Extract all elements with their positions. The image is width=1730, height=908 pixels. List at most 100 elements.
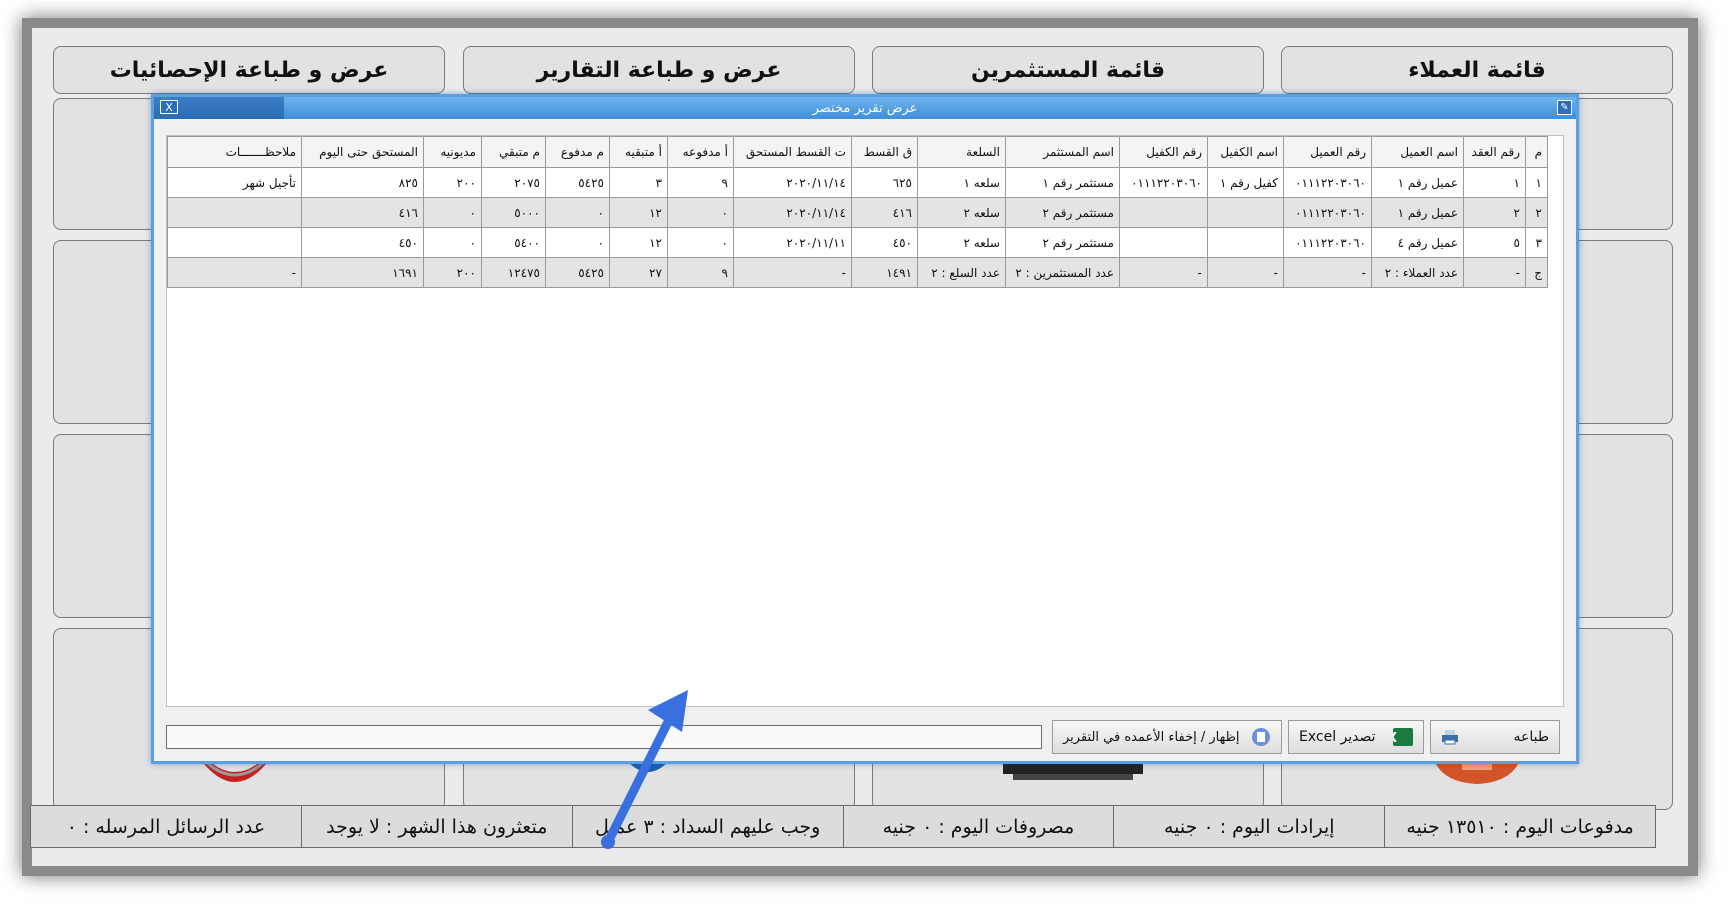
column-header[interactable]: مديونيه xyxy=(423,136,482,168)
table-cell[interactable]: ٢٠٠ xyxy=(423,257,482,288)
column-header[interactable]: رقم العقد xyxy=(1463,136,1526,168)
table-cell[interactable]: ١٦٩١ xyxy=(301,257,424,288)
table-cell[interactable]: ٠ xyxy=(423,227,482,258)
report-grid[interactable]: م رقم العقد اسم العميل رقم العميل اسم الكفيل… xyxy=(166,135,1564,707)
table-cell[interactable]: ١٢ xyxy=(609,197,668,228)
table-cell[interactable]: ١٤٩١ xyxy=(851,257,918,288)
table-row[interactable]: ٢ ٢ عميل رقم ١ ٠١١١٢٢٠٣٠٦٠ مستثمر رقم ٢ سلعه … xyxy=(167,197,1548,228)
table-cell[interactable]: ٤٥٠ xyxy=(851,227,918,258)
table-cell[interactable]: ١٢ xyxy=(609,227,668,258)
column-header[interactable]: ت القسط المستحق xyxy=(733,136,852,168)
table-cell[interactable]: ٢٠٢٠/١١/١٤ xyxy=(733,167,852,198)
column-header[interactable]: السلعة xyxy=(917,136,1006,168)
table-cell[interactable]: ٠ xyxy=(667,227,734,258)
table-cell[interactable] xyxy=(1119,197,1208,228)
table-cell[interactable]: ١ xyxy=(1525,167,1548,198)
column-header[interactable]: ملاحظـــــــات xyxy=(167,136,302,168)
table-cell[interactable]: سلعه ١ xyxy=(917,167,1006,198)
column-header[interactable]: أ متبقيه xyxy=(609,136,668,168)
table-cell[interactable]: ٠ xyxy=(667,197,734,228)
column-header[interactable]: اسم الكفيل xyxy=(1207,136,1284,168)
table-cell[interactable]: عدد السلع : ٢ xyxy=(917,257,1006,288)
table-cell[interactable]: سلعه ٢ xyxy=(917,227,1006,258)
table-cell[interactable]: - xyxy=(733,257,852,288)
table-cell[interactable]: ٠ xyxy=(545,227,610,258)
table-cell[interactable]: ٠١١١٢٢٠٣٠٦٠ xyxy=(1283,227,1372,258)
table-cell[interactable] xyxy=(167,197,302,228)
table-cell[interactable]: ٤١٦ xyxy=(301,197,424,228)
table-cell[interactable]: تأجيل شهر xyxy=(167,167,302,198)
table-cell[interactable]: مستثمر رقم ٢ xyxy=(1005,227,1120,258)
table-cell[interactable]: ٥٤٠٠ xyxy=(481,227,546,258)
table-cell[interactable]: - xyxy=(167,257,302,288)
investors-list-button[interactable]: قائمة المستثمرين xyxy=(872,46,1264,94)
table-cell[interactable]: ج xyxy=(1525,257,1548,288)
table-cell[interactable]: ٥٠٠٠ xyxy=(481,197,546,228)
table-row[interactable]: ٣ ٥ عميل رقم ٤ ٠١١١٢٢٠٣٠٦٠ مستثمر رقم ٢ سلعه … xyxy=(167,227,1548,258)
table-cell[interactable]: ١٢٤٧٥ xyxy=(481,257,546,288)
table-cell[interactable]: ٢٠٢٠/١١/١١ xyxy=(733,227,852,258)
table-cell[interactable]: عميل رقم ٤ xyxy=(1371,227,1464,258)
column-header[interactable]: اسم المستثمر xyxy=(1005,136,1120,168)
table-cell[interactable]: ٤٥٠ xyxy=(301,227,424,258)
table-cell[interactable] xyxy=(1207,197,1284,228)
dialog-title-bar[interactable]: X عرض تقرير مختصر ✎ xyxy=(154,97,1576,119)
clients-list-button[interactable]: قائمة العملاء xyxy=(1281,46,1673,94)
table-cell[interactable]: ٢ xyxy=(1525,197,1548,228)
table-cell[interactable]: ٨٢٥ xyxy=(301,167,424,198)
reports-button[interactable]: عرض و طباعة التقارير xyxy=(463,46,855,94)
totals-row[interactable]: ج - عدد العملاء : ٢- - - عدد المستثمرين : ٢ عد… xyxy=(167,257,1548,288)
table-cell[interactable]: ٢ xyxy=(1463,197,1526,228)
table-cell[interactable] xyxy=(167,227,302,258)
table-cell[interactable]: عميل رقم ١ xyxy=(1371,197,1464,228)
table-cell[interactable]: ٠ xyxy=(545,197,610,228)
table-cell[interactable]: عدد المستثمرين : ٢ xyxy=(1005,257,1120,288)
statistics-button[interactable]: عرض و طباعة الإحصائيات xyxy=(53,46,445,94)
column-header[interactable]: أ مدفوعه xyxy=(667,136,734,168)
table-cell[interactable] xyxy=(1207,227,1284,258)
toggle-columns-button[interactable]: إظهار / إخفاء الأعمده في التقرير xyxy=(1052,720,1282,754)
table-cell[interactable]: - xyxy=(1463,257,1526,288)
table-cell[interactable]: ٠١١١٢٢٠٣٠٦٠ xyxy=(1283,197,1372,228)
table-cell[interactable]: ٥ xyxy=(1463,227,1526,258)
table-cell[interactable]: عدد العملاء : ٢ xyxy=(1371,257,1464,288)
table-cell[interactable]: ٣ xyxy=(1525,227,1548,258)
print-button[interactable]: طباعه xyxy=(1430,720,1560,754)
table-cell[interactable]: كفيل رقم ١ xyxy=(1207,167,1284,198)
table-cell[interactable]: ٢٠٢٠/١١/١٤ xyxy=(733,197,852,228)
table-cell[interactable]: ٢٧ xyxy=(609,257,668,288)
table-cell[interactable]: مستثمر رقم ٢ xyxy=(1005,197,1120,228)
column-header[interactable]: م متبقي xyxy=(481,136,546,168)
table-cell[interactable]: ٥٤٢٥ xyxy=(545,257,610,288)
table-cell[interactable] xyxy=(1119,227,1208,258)
export-excel-button[interactable]: X تصدير Excel xyxy=(1288,720,1424,754)
table-cell[interactable]: - xyxy=(1207,257,1284,288)
table-cell[interactable]: ٣ xyxy=(609,167,668,198)
column-header[interactable]: اسم العميل xyxy=(1371,136,1464,168)
table-cell[interactable]: ٩ xyxy=(667,167,734,198)
table-cell[interactable]: - xyxy=(1283,257,1372,288)
table-cell[interactable]: عميل رقم ١ xyxy=(1371,167,1464,198)
table-cell[interactable]: سلعه ٢ xyxy=(917,197,1006,228)
table-cell[interactable]: ٤١٦ xyxy=(851,197,918,228)
table-cell[interactable]: ٩ xyxy=(667,257,734,288)
column-header[interactable]: ق القسط xyxy=(851,136,918,168)
close-icon[interactable]: X xyxy=(160,100,178,114)
table-cell[interactable]: ٢٠٠ xyxy=(423,167,482,198)
table-cell[interactable]: ٦٢٥ xyxy=(851,167,918,198)
table-cell[interactable]: مستثمر رقم ١ xyxy=(1005,167,1120,198)
table-cell[interactable]: ٢٠٧٥ xyxy=(481,167,546,198)
column-header[interactable]: رقم العميل xyxy=(1283,136,1372,168)
table-cell[interactable]: ١ xyxy=(1463,167,1526,198)
table-cell[interactable]: ٥٤٢٥ xyxy=(545,167,610,198)
table-cell[interactable]: - xyxy=(1119,257,1208,288)
column-header[interactable]: رقم الكفيل xyxy=(1119,136,1208,168)
column-header[interactable]: م مدفوع xyxy=(545,136,610,168)
column-header[interactable]: المستحق حتى اليوم xyxy=(301,136,424,168)
column-header[interactable]: م xyxy=(1525,136,1548,168)
table-cell[interactable]: ٠١١١٢٢٠٣٠٦٠ xyxy=(1119,167,1208,198)
table-cell[interactable]: ٠ xyxy=(423,197,482,228)
edit-icon[interactable]: ✎ xyxy=(1557,100,1572,115)
table-row[interactable]: ١ ١ عميل رقم ١ ٠١١١٢٢٠٣٠٦٠ كفيل رقم ١ ٠١١١٢٢٠… xyxy=(167,167,1548,198)
table-cell[interactable]: ٠١١١٢٢٠٣٠٦٠ xyxy=(1283,167,1372,198)
